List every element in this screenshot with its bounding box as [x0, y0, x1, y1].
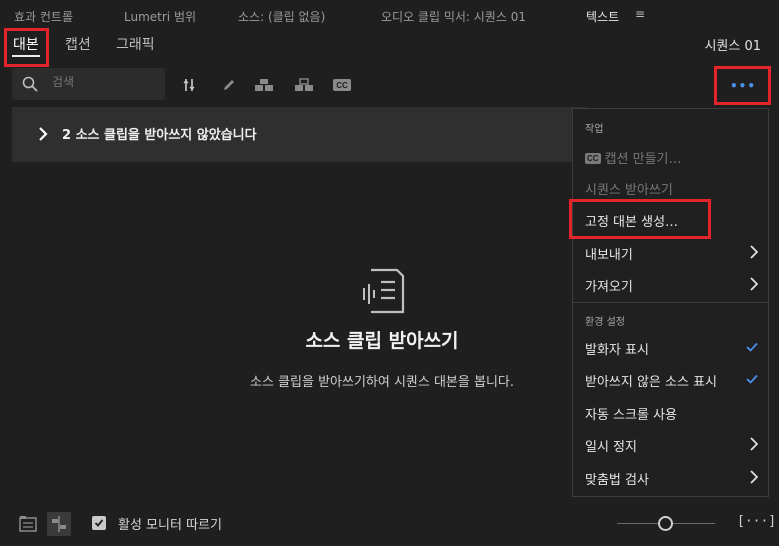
menu-item-show-speakers[interactable]: 발화자 표시: [573, 334, 768, 362]
menu-item-show-untranscribed-label: 받아쓰지 않은 소스 표시: [585, 375, 717, 390]
menu-divider: [573, 302, 768, 303]
tab-lumetri-scopes[interactable]: Lumetri 범위: [124, 8, 196, 25]
active-tab-underline: [12, 55, 40, 57]
menu-item-export-label: 내보내기: [585, 248, 633, 263]
chevron-right-icon: [750, 277, 758, 291]
checkmark-icon: [746, 374, 758, 384]
tab-source[interactable]: 소스: (클립 없음): [238, 8, 325, 25]
menu-item-generate-static-transcript[interactable]: 고정 대본 생성…: [573, 206, 768, 234]
search-input[interactable]: [52, 75, 152, 89]
more-options-button[interactable]: •••: [718, 70, 768, 102]
menu-item-auto-scroll-label: 자동 스크롤 사용: [585, 408, 677, 423]
menu-section-preferences: 환경 설정: [585, 317, 625, 328]
tab-audio-clip-mixer[interactable]: 오디오 클립 믹서: 시퀀스 01: [381, 8, 526, 25]
chevron-right-icon: [750, 470, 758, 484]
menu-item-show-untranscribed[interactable]: 받아쓰지 않은 소스 표시: [573, 366, 768, 394]
speaker-icon[interactable]: [293, 74, 315, 96]
menu-item-show-speakers-label: 발화자 표시: [585, 343, 649, 358]
zoom-to-fit-button[interactable]: [···]: [737, 514, 776, 529]
chevron-right-icon: [750, 437, 758, 451]
menu-item-transcribe-sequence-label: 시퀀스 받아쓰기: [585, 183, 673, 198]
tab-captions[interactable]: 캡션: [65, 34, 91, 54]
zoom-slider-thumb[interactable]: [658, 516, 673, 531]
tab-graphics[interactable]: 그래픽: [116, 34, 155, 54]
menu-item-auto-scroll[interactable]: 자동 스크롤 사용: [573, 399, 768, 427]
menu-item-create-captions[interactable]: CC 캡션 만들기…: [573, 143, 768, 171]
panel-tab-bar: 효과 컨트롤 Lumetri 범위 소스: (클립 없음) 오디오 클립 믹서:…: [0, 0, 779, 29]
tab-transcript[interactable]: 대본: [13, 34, 39, 54]
panel-menu-icon[interactable]: ≡: [635, 7, 645, 21]
options-menu: 작업 CC 캡션 만들기… 시퀀스 받아쓰기 고정 대본 생성… 내보내기 가져오…: [572, 108, 769, 497]
banner-text: 2 소스 클립을 받아쓰지 않았습니다: [62, 128, 257, 143]
menu-item-import-label: 가져오기: [585, 280, 633, 295]
transcript-view-icon[interactable]: [16, 512, 40, 536]
search-icon: [22, 76, 38, 92]
follow-monitor-checkbox[interactable]: [92, 516, 106, 530]
menu-section-work: 작업: [585, 124, 604, 135]
follow-monitor-label: 활성 모니터 따르기: [118, 518, 222, 533]
untranscribed-banner[interactable]: 2 소스 클립을 받아쓰지 않았습니다: [12, 107, 587, 162]
merge-segments-icon[interactable]: [253, 74, 275, 96]
menu-item-transcribe-sequence[interactable]: 시퀀스 받아쓰기: [573, 174, 768, 202]
chevron-right-icon: [750, 245, 758, 259]
transcript-document-icon: [363, 268, 405, 314]
source-tracking-icon[interactable]: [47, 512, 71, 536]
menu-item-pause[interactable]: 일시 정지: [573, 431, 768, 459]
ellipsis-icon: •••: [729, 79, 756, 93]
svg-text:CC: CC: [336, 81, 348, 90]
menu-item-spell-check-label: 맞춤법 검사: [585, 473, 649, 488]
checkmark-icon: [746, 342, 758, 352]
search-box[interactable]: [12, 68, 165, 100]
menu-item-export[interactable]: 내보내기: [573, 239, 768, 267]
captions-icon[interactable]: CC: [331, 74, 353, 96]
menu-item-spell-check[interactable]: 맞춤법 검사: [573, 464, 768, 492]
sequence-name: 시퀀스 01: [704, 39, 761, 54]
tab-text[interactable]: 텍스트: [586, 8, 619, 25]
text-subtabs: 대본 캡션 그래픽: [0, 29, 779, 63]
menu-item-generate-static-transcript-label: 고정 대본 생성…: [585, 215, 679, 230]
chevron-right-icon: [39, 127, 48, 141]
split-segment-icon[interactable]: [178, 74, 200, 96]
menu-item-import[interactable]: 가져오기: [573, 271, 768, 299]
pencil-icon[interactable]: [218, 74, 240, 96]
menu-item-create-captions-label: 캡션 만들기…: [604, 152, 682, 167]
tab-effect-controls[interactable]: 효과 컨트롤: [14, 8, 73, 25]
checkmark-icon: [94, 519, 104, 527]
menu-item-pause-label: 일시 정지: [585, 440, 637, 455]
captions-icon: CC: [585, 153, 601, 164]
